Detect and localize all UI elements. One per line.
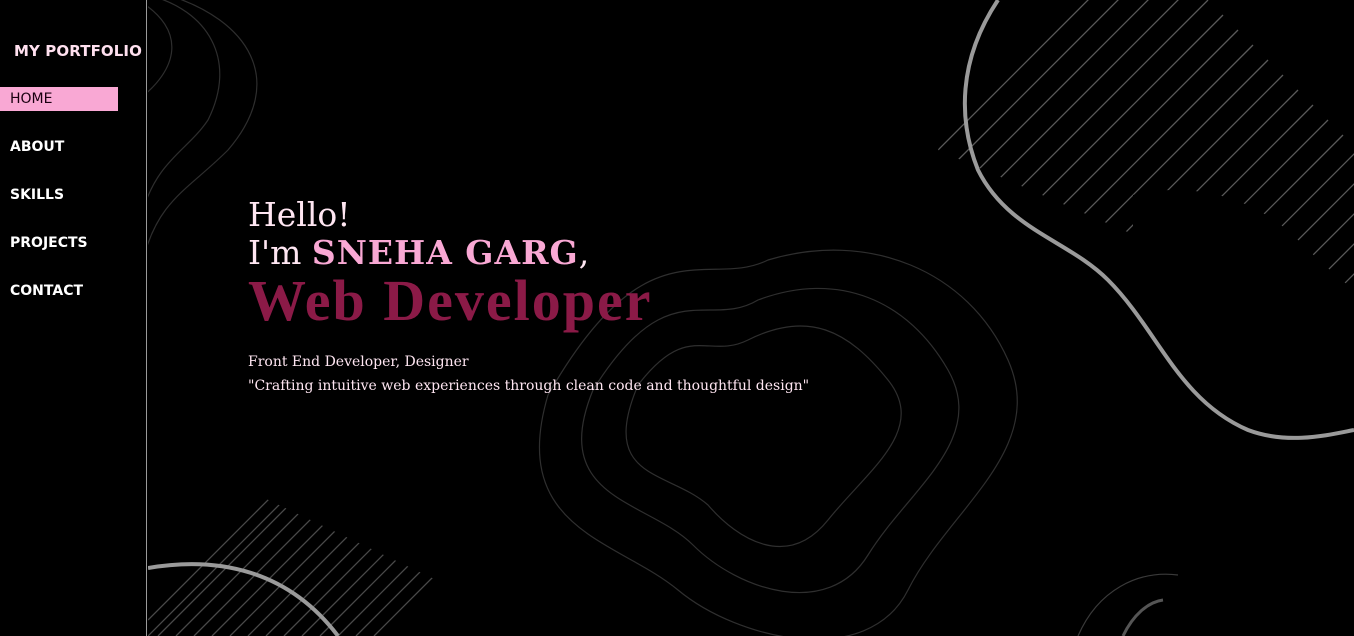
hero-subtitle: Front End Developer, Designer bbox=[248, 354, 469, 370]
nav-item-about[interactable]: ABOUT bbox=[0, 135, 118, 159]
hero-description: Front End Developer, Designer "Crafting … bbox=[248, 350, 809, 398]
brand-logo-text[interactable]: MY PORTFOLIO bbox=[14, 42, 142, 60]
hero-intro-suffix: , bbox=[578, 233, 590, 272]
hero-content: Hello! I'm SNEHA GARG, Web Developer Fro… bbox=[248, 196, 809, 398]
hero-intro: I'm SNEHA GARG, bbox=[248, 234, 809, 272]
contour-lines-top-left bbox=[148, 0, 258, 246]
nav-item-skills[interactable]: SKILLS bbox=[0, 183, 118, 207]
main-hero-section: Hello! I'm SNEHA GARG, Web Developer Fro… bbox=[148, 0, 1354, 636]
nav-item-contact[interactable]: CONTACT bbox=[0, 279, 118, 303]
hero-quote: "Crafting intuitive web experiences thro… bbox=[248, 378, 810, 394]
hero-intro-prefix: I'm bbox=[248, 233, 312, 272]
hero-role: Web Developer bbox=[248, 268, 653, 333]
nav-item-home[interactable]: HOME bbox=[0, 87, 118, 111]
hero-greeting: Hello! bbox=[248, 195, 351, 234]
hatching-mask bbox=[1133, 190, 1354, 636]
nav-item-projects[interactable]: PROJECTS bbox=[0, 231, 118, 255]
sidebar: MY PORTFOLIO HOME ABOUT SKILLS PROJECTS … bbox=[0, 0, 147, 636]
hero-name: SNEHA GARG bbox=[311, 233, 579, 272]
hatching-bottom-left bbox=[148, 495, 468, 636]
